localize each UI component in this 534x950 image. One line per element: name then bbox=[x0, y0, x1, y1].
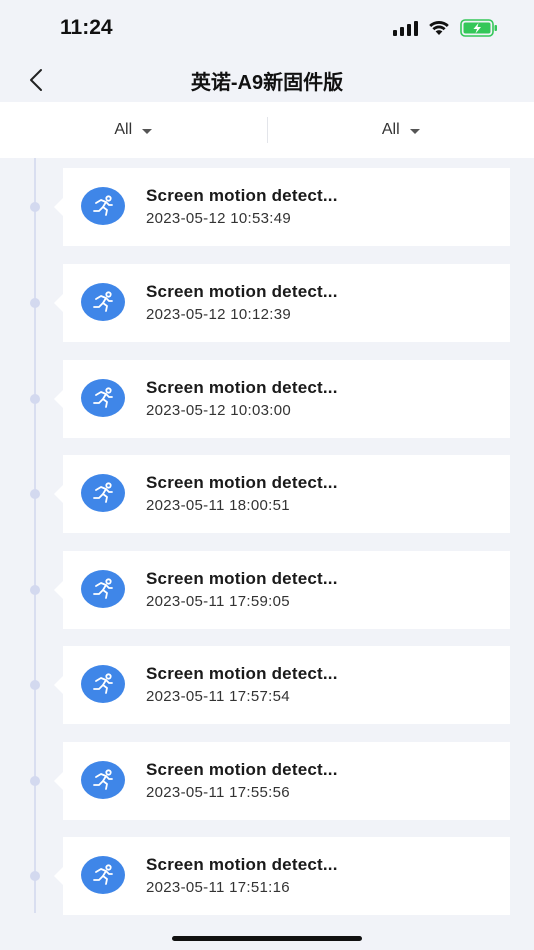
list-item: Screen motion detect... 2023-05-12 10:53… bbox=[0, 158, 534, 246]
event-timestamp: 2023-05-12 10:03:00 bbox=[146, 402, 291, 419]
event-timestamp: 2023-05-11 18:00:51 bbox=[146, 497, 290, 514]
running-person-icon bbox=[81, 665, 125, 703]
timeline-dot bbox=[30, 489, 40, 499]
event-timeline[interactable]: Screen motion detect... 2023-05-12 10:53… bbox=[0, 158, 534, 918]
timeline-dot bbox=[30, 394, 40, 404]
event-timestamp: 2023-05-11 17:51:16 bbox=[146, 879, 290, 896]
timeline-dot bbox=[30, 298, 40, 308]
event-card[interactable]: Screen motion detect... 2023-05-11 17:59… bbox=[54, 551, 510, 629]
event-timestamp: 2023-05-11 17:55:56 bbox=[146, 784, 290, 801]
running-person-icon bbox=[81, 474, 125, 512]
running-person-icon bbox=[81, 761, 125, 799]
event-timestamp: 2023-05-11 17:59:05 bbox=[146, 593, 290, 610]
filter-label: All bbox=[381, 121, 400, 138]
running-person-icon bbox=[81, 379, 125, 417]
home-indicator[interactable] bbox=[172, 936, 362, 941]
filter-dropdown-right[interactable]: All bbox=[268, 102, 534, 158]
caret-down-icon bbox=[142, 128, 153, 134]
event-title: Screen motion detect... bbox=[146, 569, 338, 588]
list-item: Screen motion detect... 2023-05-11 17:55… bbox=[0, 732, 534, 820]
list-item: Screen motion detect... 2023-05-12 10:12… bbox=[0, 254, 534, 342]
running-person-icon bbox=[81, 856, 125, 894]
timeline-dot bbox=[30, 585, 40, 595]
running-person-icon bbox=[81, 570, 125, 608]
event-card[interactable]: Screen motion detect... 2023-05-11 17:55… bbox=[54, 742, 510, 820]
event-timestamp: 2023-05-11 17:57:54 bbox=[146, 688, 290, 705]
event-title: Screen motion detect... bbox=[146, 664, 338, 683]
wifi-icon bbox=[428, 20, 450, 36]
event-card[interactable]: Screen motion detect... 2023-05-12 10:12… bbox=[54, 264, 510, 342]
timeline-dot bbox=[30, 871, 40, 881]
list-item: Screen motion detect... 2023-05-11 18:00… bbox=[0, 445, 534, 533]
event-card[interactable]: Screen motion detect... 2023-05-11 17:57… bbox=[54, 646, 510, 724]
timeline-dot bbox=[30, 202, 40, 212]
list-item: Screen motion detect... 2023-05-12 10:03… bbox=[0, 350, 534, 438]
filter-label: All bbox=[114, 121, 133, 138]
caret-down-icon bbox=[409, 128, 420, 134]
event-timestamp: 2023-05-12 10:53:49 bbox=[146, 210, 291, 227]
running-person-icon bbox=[81, 283, 125, 321]
list-item: Screen motion detect... 2023-05-11 17:57… bbox=[0, 636, 534, 724]
timeline-dot bbox=[30, 776, 40, 786]
page-title: 英诺-A9新固件版 bbox=[190, 72, 344, 94]
event-card[interactable]: Screen motion detect... 2023-05-11 18:00… bbox=[54, 455, 510, 533]
event-card[interactable]: Screen motion detect... 2023-05-11 17:51… bbox=[54, 837, 510, 915]
list-item: Screen motion detect... 2023-05-11 17:59… bbox=[0, 541, 534, 629]
list-item: Screen motion detect... 2023-05-11 17:51… bbox=[0, 827, 534, 915]
event-title: Screen motion detect... bbox=[146, 760, 338, 779]
status-icons bbox=[393, 19, 498, 37]
filter-dropdown-left[interactable]: All bbox=[0, 102, 267, 158]
event-card[interactable]: Screen motion detect... 2023-05-12 10:03… bbox=[54, 360, 510, 438]
battery-charging-icon bbox=[460, 19, 498, 37]
status-time: 11:24 bbox=[60, 16, 113, 39]
event-title: Screen motion detect... bbox=[146, 282, 338, 301]
status-bar: 11:24 bbox=[0, 0, 534, 58]
event-title: Screen motion detect... bbox=[146, 473, 338, 492]
timeline-dot bbox=[30, 680, 40, 690]
event-title: Screen motion detect... bbox=[146, 855, 338, 874]
event-card[interactable]: Screen motion detect... 2023-05-12 10:53… bbox=[54, 168, 510, 246]
navigation-bar: 英诺-A9新固件版 bbox=[0, 58, 534, 102]
running-person-icon bbox=[81, 187, 125, 225]
filter-bar: All All bbox=[0, 102, 534, 158]
event-title: Screen motion detect... bbox=[146, 186, 338, 205]
cellular-signal-icon bbox=[393, 20, 418, 36]
event-title: Screen motion detect... bbox=[146, 378, 338, 397]
event-timestamp: 2023-05-12 10:12:39 bbox=[146, 306, 291, 323]
